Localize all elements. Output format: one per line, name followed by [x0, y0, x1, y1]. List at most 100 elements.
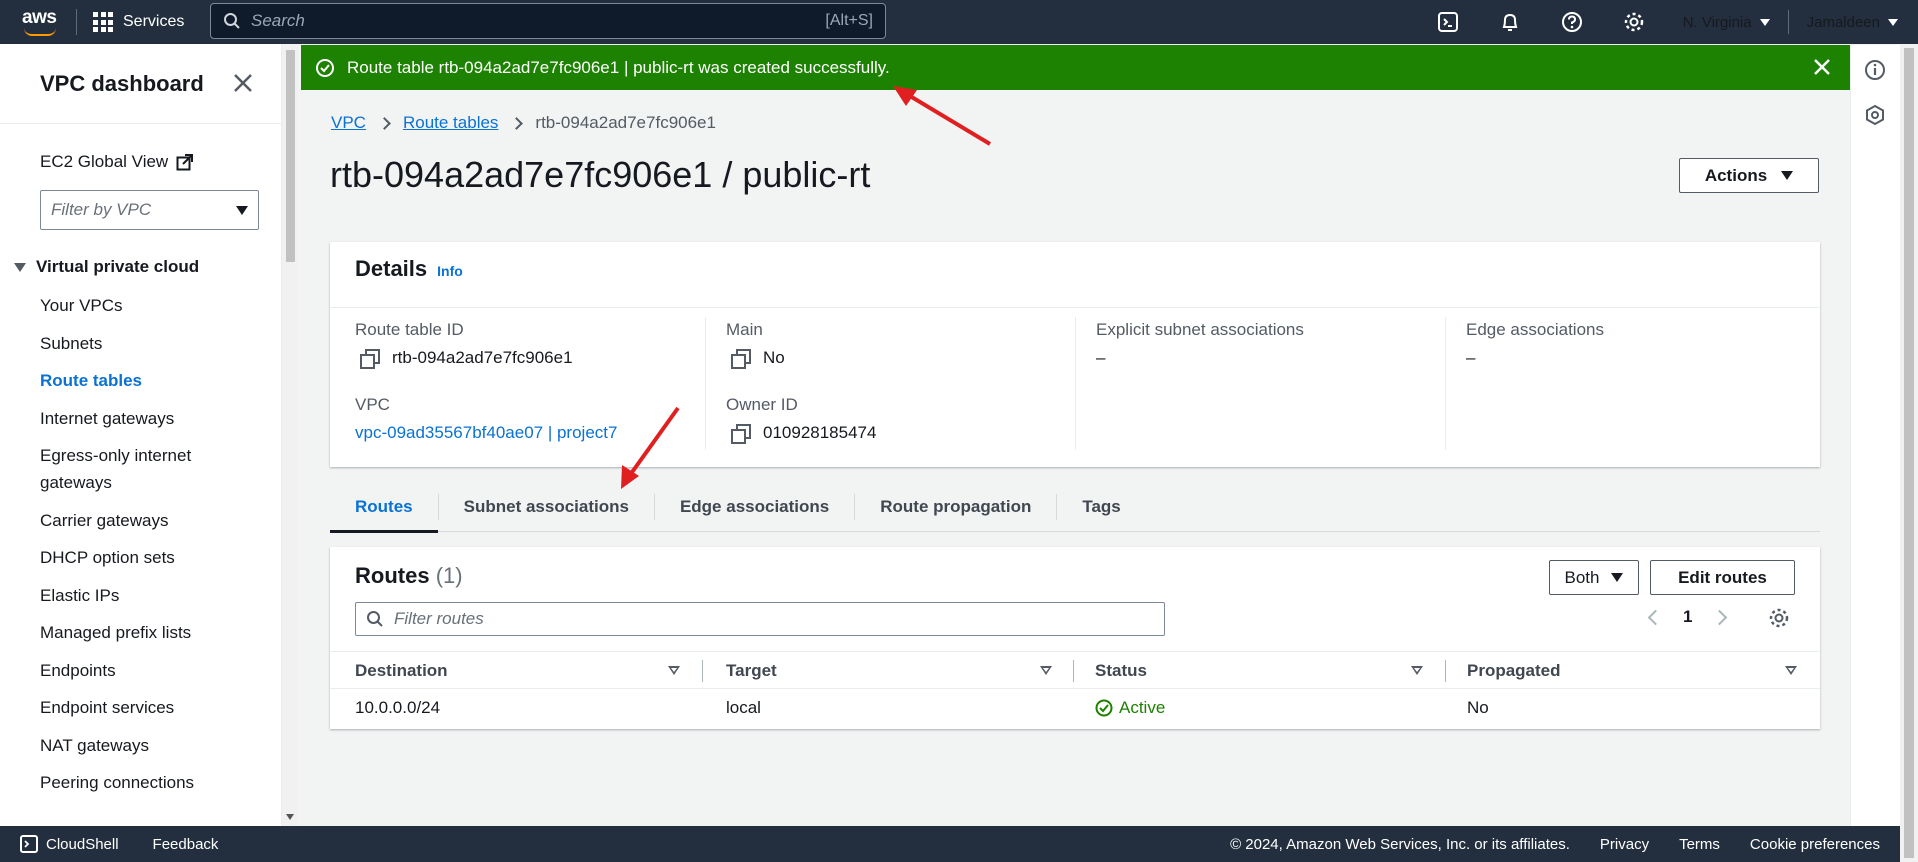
- vpc-label: VPC: [355, 395, 390, 414]
- sidebar-item-endpoints[interactable]: Endpoints: [40, 657, 240, 684]
- page-scrollbar[interactable]: [1900, 44, 1918, 862]
- route-target-cell: local: [726, 698, 761, 717]
- copyright-text: © 2024, Amazon Web Services, Inc. or its…: [1230, 835, 1570, 853]
- owner-id-value: 010928185474: [731, 423, 877, 444]
- copy-icon[interactable]: [731, 349, 751, 369]
- sidebar-section-virtual-private-cloud[interactable]: Virtual private cloud: [14, 257, 199, 277]
- sidebar-item-carrier-gateways[interactable]: Carrier gateways: [40, 507, 240, 534]
- sort-icon[interactable]: [1040, 666, 1052, 675]
- close-icon[interactable]: [232, 72, 254, 94]
- info-icon[interactable]: [1864, 59, 1886, 81]
- cloudshell-footer-button[interactable]: CloudShell: [20, 835, 119, 853]
- scroll-down-arrow-icon[interactable]: [286, 814, 294, 820]
- sidebar-item-internet-gateways[interactable]: Internet gateways: [40, 405, 240, 432]
- details-heading: Details: [355, 256, 428, 281]
- region-selector[interactable]: N. Virginia: [1665, 0, 1788, 44]
- dismiss-icon[interactable]: [1812, 57, 1832, 77]
- terms-link[interactable]: Terms: [1679, 836, 1720, 853]
- page-title: rtb-094a2ad7e7fc906e1 / public-rt: [330, 154, 871, 195]
- sidebar-item-managed-prefix-lists[interactable]: Managed prefix lists: [40, 619, 240, 646]
- cookie-preferences-link[interactable]: Cookie preferences: [1750, 836, 1880, 853]
- ec2-global-view-link[interactable]: EC2 Global View: [40, 152, 194, 172]
- success-check-icon: [316, 58, 334, 77]
- column-target[interactable]: Target: [726, 652, 777, 689]
- sidebar-item-endpoint-services[interactable]: Endpoint services: [40, 694, 240, 721]
- route-propagated-cell: No: [1467, 698, 1489, 717]
- account-menu[interactable]: Jamaldeen: [1789, 0, 1918, 44]
- sidebar-item-subnets[interactable]: Subnets: [40, 330, 240, 357]
- feedback-link[interactable]: Feedback: [153, 836, 219, 853]
- route-status-cell: Active: [1095, 698, 1165, 718]
- details-panel: Details Info Route table ID rtb-094a2ad7…: [330, 242, 1820, 467]
- vpc-link[interactable]: vpc-09ad35567bf40ae07 | project7: [355, 423, 617, 443]
- explicit-subnet-associations-value: –: [1096, 348, 1106, 367]
- edit-routes-button[interactable]: Edit routes: [1650, 560, 1795, 595]
- filter-by-vpc-select[interactable]: Filter by VPC: [40, 190, 259, 230]
- sort-icon[interactable]: [1411, 666, 1423, 675]
- chevron-right-icon: [510, 116, 524, 130]
- filter-routes-placeholder: Filter routes: [394, 609, 484, 628]
- filter-routes-input[interactable]: Filter routes: [355, 602, 1165, 636]
- column-status[interactable]: Status: [1095, 652, 1147, 689]
- both-select[interactable]: Both: [1549, 560, 1639, 595]
- sort-icon[interactable]: [668, 666, 680, 675]
- hexagon-help-icon[interactable]: [1864, 104, 1886, 126]
- services-label: Services: [123, 13, 185, 30]
- tab-tags[interactable]: Tags: [1057, 482, 1145, 532]
- edge-associations-value: –: [1466, 348, 1476, 367]
- sidebar-title[interactable]: VPC dashboard: [0, 44, 281, 124]
- tab-routes[interactable]: Routes: [330, 482, 438, 533]
- notifications-button[interactable]: [1479, 0, 1541, 44]
- services-menu[interactable]: Services: [93, 12, 184, 32]
- explicit-subnet-associations-label: Explicit subnet associations: [1096, 320, 1304, 339]
- sidebar-item-peering-connections[interactable]: Peering connections: [40, 769, 240, 796]
- sidebar-title-text: VPC dashboard: [40, 70, 204, 96]
- footer: CloudShell Feedback © 2024, Amazon Web S…: [0, 826, 1900, 862]
- bell-icon: [1502, 13, 1518, 31]
- owner-id-label: Owner ID: [726, 395, 798, 414]
- gear-icon: [1624, 12, 1643, 32]
- copy-icon[interactable]: [360, 349, 380, 369]
- filter-by-vpc-placeholder: Filter by VPC: [51, 200, 152, 219]
- copy-icon[interactable]: [731, 424, 751, 444]
- breadcrumb-route-tables[interactable]: Route tables: [403, 113, 498, 133]
- sidebar-item-route-tables[interactable]: Route tables: [40, 367, 240, 394]
- route-table-id-text: rtb-094a2ad7e7fc906e1: [392, 348, 573, 367]
- sidebar-item-nat-gateways[interactable]: NAT gateways: [40, 732, 240, 759]
- privacy-link[interactable]: Privacy: [1600, 836, 1649, 853]
- search-shortcut: [Alt+S]: [825, 12, 873, 29]
- route-destination-cell: 10.0.0.0/24: [355, 698, 441, 717]
- breadcrumb-vpc[interactable]: VPC: [331, 113, 366, 133]
- chevron-right-icon: [378, 116, 391, 130]
- chevron-right-icon[interactable]: [1712, 609, 1728, 625]
- tab-edge-associations[interactable]: Edge associations: [655, 482, 854, 532]
- sidebar-item-elastic-ips[interactable]: Elastic IPs: [40, 582, 240, 609]
- cloudshell-button[interactable]: [1417, 0, 1479, 44]
- aws-logo[interactable]: aws: [22, 7, 62, 37]
- sidebar-item-egress-only-internet-gateways[interactable]: Egress-only internet gateways: [40, 442, 220, 496]
- status-text: Active: [1119, 698, 1166, 717]
- sidebar-item-your-vpcs[interactable]: Your VPCs: [40, 292, 240, 319]
- sort-icon[interactable]: [1785, 666, 1797, 675]
- column-propagated[interactable]: Propagated: [1467, 652, 1561, 689]
- actions-button[interactable]: Actions: [1679, 158, 1819, 193]
- settings-button[interactable]: [1603, 0, 1665, 44]
- current-page[interactable]: 1: [1683, 607, 1692, 627]
- column-destination[interactable]: Destination: [355, 652, 448, 689]
- tab-route-propagation[interactable]: Route propagation: [855, 482, 1056, 532]
- sidebar-item-dhcp-option-sets[interactable]: DHCP option sets: [40, 544, 240, 571]
- routes-heading-text: Routes: [355, 563, 430, 588]
- owner-id-text: 010928185474: [763, 423, 877, 442]
- edge-associations-label: Edge associations: [1466, 320, 1604, 339]
- external-link-icon: [176, 153, 194, 170]
- chevron-left-icon[interactable]: [1647, 609, 1664, 625]
- help-button[interactable]: [1541, 0, 1603, 44]
- routes-count: (1): [435, 563, 463, 588]
- caret-down-icon: [1611, 573, 1624, 582]
- info-link[interactable]: Info: [437, 263, 463, 279]
- sidebar-scrollbar[interactable]: [282, 46, 298, 826]
- table-settings-gear-icon[interactable]: [1768, 607, 1790, 629]
- route-table-id-label: Route table ID: [355, 320, 464, 339]
- search-input[interactable]: Search [Alt+S]: [210, 3, 886, 39]
- tab-subnet-associations[interactable]: Subnet associations: [439, 482, 654, 532]
